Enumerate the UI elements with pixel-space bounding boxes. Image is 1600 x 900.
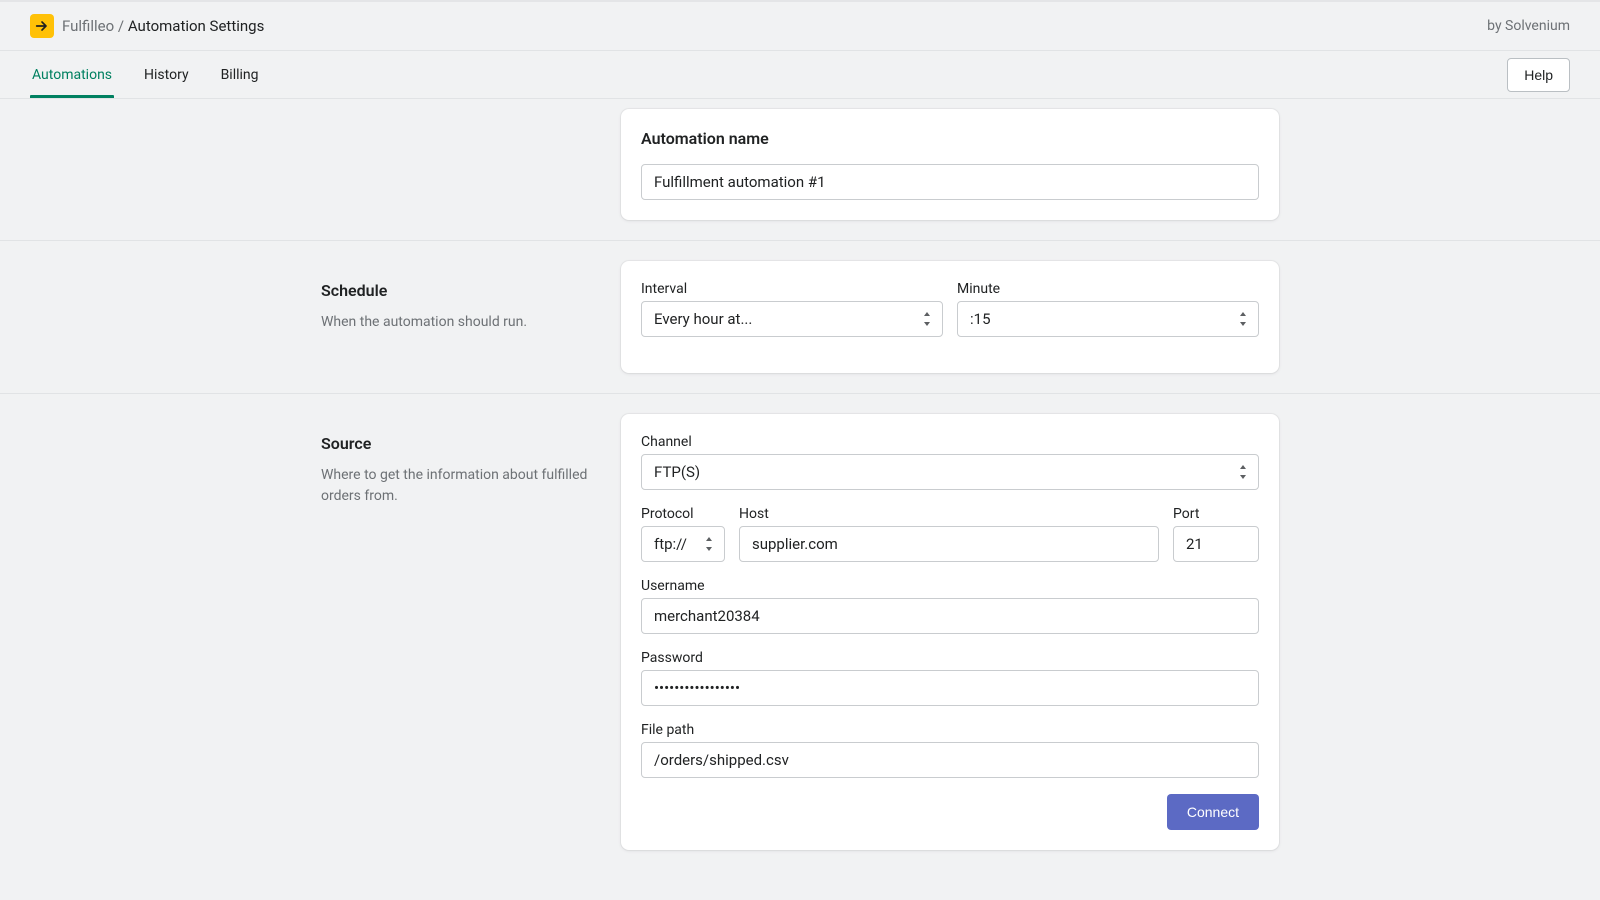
select-value: :15 xyxy=(970,310,991,328)
help-button[interactable]: Help xyxy=(1507,58,1570,92)
tab-automations[interactable]: Automations xyxy=(30,51,114,98)
host-input[interactable] xyxy=(739,526,1159,562)
minute-select[interactable]: :15 xyxy=(957,301,1259,337)
tab-billing[interactable]: Billing xyxy=(219,51,261,98)
channel-label: Channel xyxy=(641,434,1259,450)
port-input[interactable] xyxy=(1173,526,1259,562)
tabs-bar: Automations History Billing Help xyxy=(0,51,1600,99)
section-description: When the automation should run. xyxy=(321,312,621,333)
app-logo-icon xyxy=(30,14,54,38)
select-value: Every hour at... xyxy=(654,310,752,328)
card-title: Automation name xyxy=(641,129,1259,148)
interval-label: Interval xyxy=(641,281,943,297)
protocol-label: Protocol xyxy=(641,506,725,522)
protocol-select[interactable]: ftp:// xyxy=(641,526,725,562)
automation-name-input[interactable] xyxy=(641,164,1259,200)
host-label: Host xyxy=(739,506,1159,522)
chevron-updown-icon xyxy=(922,312,932,326)
username-input[interactable] xyxy=(641,598,1259,634)
filepath-input[interactable] xyxy=(641,742,1259,778)
automation-name-card: Automation name xyxy=(621,109,1279,220)
tab-history[interactable]: History xyxy=(142,51,191,98)
tab-label: Billing xyxy=(221,67,259,83)
port-label: Port xyxy=(1173,506,1259,522)
section-description: Where to get the information about fulfi… xyxy=(321,465,621,507)
select-value: ftp:// xyxy=(654,535,687,553)
chevron-updown-icon xyxy=(1238,312,1248,326)
source-card: Channel FTP(S) Protocol ftp:// xyxy=(621,414,1279,850)
minute-label: Minute xyxy=(957,281,1259,297)
connect-button[interactable]: Connect xyxy=(1167,794,1259,830)
schedule-card: Interval Every hour at... Minute :15 xyxy=(621,261,1279,373)
chevron-updown-icon xyxy=(1238,465,1248,479)
breadcrumb: Fulfilleo / Automation Settings xyxy=(62,17,264,35)
byline: by Solvenium xyxy=(1487,18,1570,34)
interval-select[interactable]: Every hour at... xyxy=(641,301,943,337)
breadcrumb-separator: / xyxy=(118,17,124,35)
section-heading-schedule: Schedule xyxy=(321,281,621,300)
password-label: Password xyxy=(641,650,1259,666)
select-value: FTP(S) xyxy=(654,463,700,481)
chevron-updown-icon xyxy=(704,537,714,551)
app-header: Fulfilleo / Automation Settings by Solve… xyxy=(0,2,1600,51)
password-input[interactable] xyxy=(641,670,1259,706)
channel-select[interactable]: FTP(S) xyxy=(641,454,1259,490)
tab-label: History xyxy=(144,67,189,83)
section-heading-source: Source xyxy=(321,434,621,453)
filepath-label: File path xyxy=(641,722,1259,738)
username-label: Username xyxy=(641,578,1259,594)
breadcrumb-app[interactable]: Fulfilleo xyxy=(62,17,114,35)
breadcrumb-current: Automation Settings xyxy=(128,17,265,35)
tab-label: Automations xyxy=(32,67,112,83)
